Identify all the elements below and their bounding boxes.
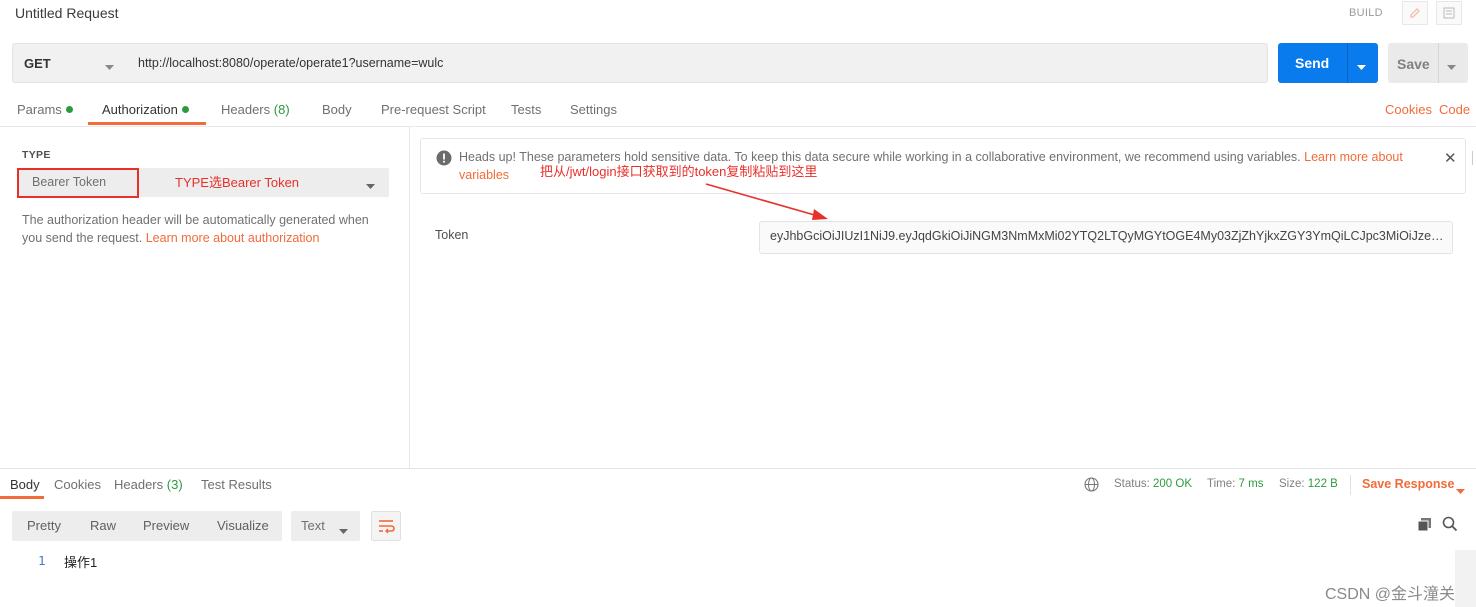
save-label: Save bbox=[1397, 56, 1430, 72]
search-icon[interactable] bbox=[1442, 516, 1458, 535]
close-icon[interactable]: ✕ bbox=[1444, 149, 1457, 167]
tabs-divider bbox=[0, 126, 1476, 127]
info-icon bbox=[436, 150, 452, 169]
time-readout: Time: 7 ms bbox=[1207, 478, 1263, 490]
response-headers-count: (3) bbox=[166, 477, 183, 492]
tab-headers[interactable]: Headers (8) bbox=[221, 102, 290, 117]
response-headers-label: Headers bbox=[114, 477, 164, 492]
watermark: CSDN @金斗潼关 bbox=[1325, 586, 1456, 603]
active-tab-underline bbox=[88, 122, 206, 125]
scrollbar[interactable] bbox=[1455, 550, 1476, 607]
annotation-highlight-box bbox=[17, 168, 139, 198]
status-readout: Status: 200 OK bbox=[1114, 478, 1192, 490]
chevron-down-icon[interactable] bbox=[1447, 59, 1456, 74]
chevron-down-icon bbox=[339, 523, 348, 538]
documentation-icon[interactable] bbox=[1436, 1, 1462, 25]
active-tab-underline bbox=[0, 496, 44, 499]
auth-type-label: TYPE bbox=[22, 149, 51, 161]
code-link[interactable]: Code bbox=[1439, 102, 1470, 117]
wrap-lines-button[interactable] bbox=[371, 511, 401, 541]
tab-tests[interactable]: Tests bbox=[511, 102, 541, 117]
response-divider bbox=[0, 468, 1476, 469]
tab-authorization[interactable]: Authorization bbox=[102, 102, 189, 117]
active-dot-icon bbox=[181, 106, 189, 113]
tab-authorization-label: Authorization bbox=[102, 102, 178, 117]
build-mode-label[interactable]: BUILD bbox=[1349, 7, 1383, 19]
save-response-button[interactable]: Save Response bbox=[1362, 477, 1454, 491]
send-label: Send bbox=[1295, 55, 1330, 71]
tab-params[interactable]: Params bbox=[17, 102, 73, 117]
learn-more-authorization-link[interactable]: Learn more about authorization bbox=[146, 231, 320, 245]
globe-icon[interactable] bbox=[1084, 477, 1099, 495]
pane-divider bbox=[409, 127, 410, 468]
format-visualize-button[interactable]: Visualize bbox=[217, 518, 269, 533]
chevron-down-icon bbox=[105, 59, 114, 74]
tab-settings[interactable]: Settings bbox=[570, 102, 617, 117]
chevron-down-icon bbox=[366, 178, 375, 193]
response-tab-body[interactable]: Body bbox=[10, 477, 40, 492]
line-number: 1 bbox=[38, 553, 46, 568]
auth-description: The authorization header will be automat… bbox=[22, 211, 382, 247]
headers-count: (8) bbox=[273, 102, 290, 117]
response-tab-cookies[interactable]: Cookies bbox=[54, 477, 101, 492]
tab-body[interactable]: Body bbox=[322, 102, 352, 117]
edit-icon[interactable] bbox=[1402, 1, 1428, 25]
request-title[interactable]: Untitled Request bbox=[15, 5, 119, 21]
size-label: Size: bbox=[1279, 478, 1305, 490]
format-preview-button[interactable]: Preview bbox=[143, 518, 189, 533]
method-value: GET bbox=[24, 56, 51, 71]
response-body-content: 操作1 bbox=[64, 555, 98, 570]
token-label: Token bbox=[435, 228, 469, 242]
format-raw-button[interactable]: Raw bbox=[90, 518, 116, 533]
response-tab-headers[interactable]: Headers (3) bbox=[114, 477, 183, 492]
size-readout: Size: 122 B bbox=[1279, 478, 1338, 490]
tab-prerequest-script[interactable]: Pre-request Script bbox=[381, 102, 486, 117]
time-value: 7 ms bbox=[1238, 478, 1264, 490]
chevron-down-icon[interactable] bbox=[1456, 483, 1465, 498]
url-value: http://localhost:8080/operate/operate1?u… bbox=[138, 56, 444, 70]
copy-icon[interactable] bbox=[1417, 517, 1432, 535]
save-divider bbox=[1438, 43, 1439, 83]
tab-params-label: Params bbox=[17, 102, 62, 117]
pane-edge bbox=[1472, 151, 1476, 165]
status-divider bbox=[1350, 475, 1351, 495]
status-label: Status: bbox=[1114, 478, 1150, 490]
size-value: 122 B bbox=[1307, 478, 1338, 490]
response-language-value: Text bbox=[301, 518, 325, 533]
wrap-lines-icon bbox=[379, 520, 395, 534]
chevron-down-icon[interactable] bbox=[1357, 59, 1366, 74]
send-divider bbox=[1347, 43, 1348, 83]
response-tab-test-results[interactable]: Test Results bbox=[201, 477, 272, 492]
tab-headers-label: Headers bbox=[221, 102, 271, 117]
token-value: eyJhbGciOiJIUzI1NiJ9.eyJqdGkiOiJiNGM3NmM… bbox=[770, 229, 1444, 243]
time-label: Time: bbox=[1207, 478, 1236, 490]
type-annotation: TYPE选Bearer Token bbox=[175, 175, 300, 190]
status-value: 200 OK bbox=[1153, 478, 1193, 490]
active-dot-icon bbox=[65, 106, 73, 113]
cookies-link[interactable]: Cookies bbox=[1385, 102, 1432, 117]
format-pretty-button[interactable]: Pretty bbox=[27, 518, 61, 533]
